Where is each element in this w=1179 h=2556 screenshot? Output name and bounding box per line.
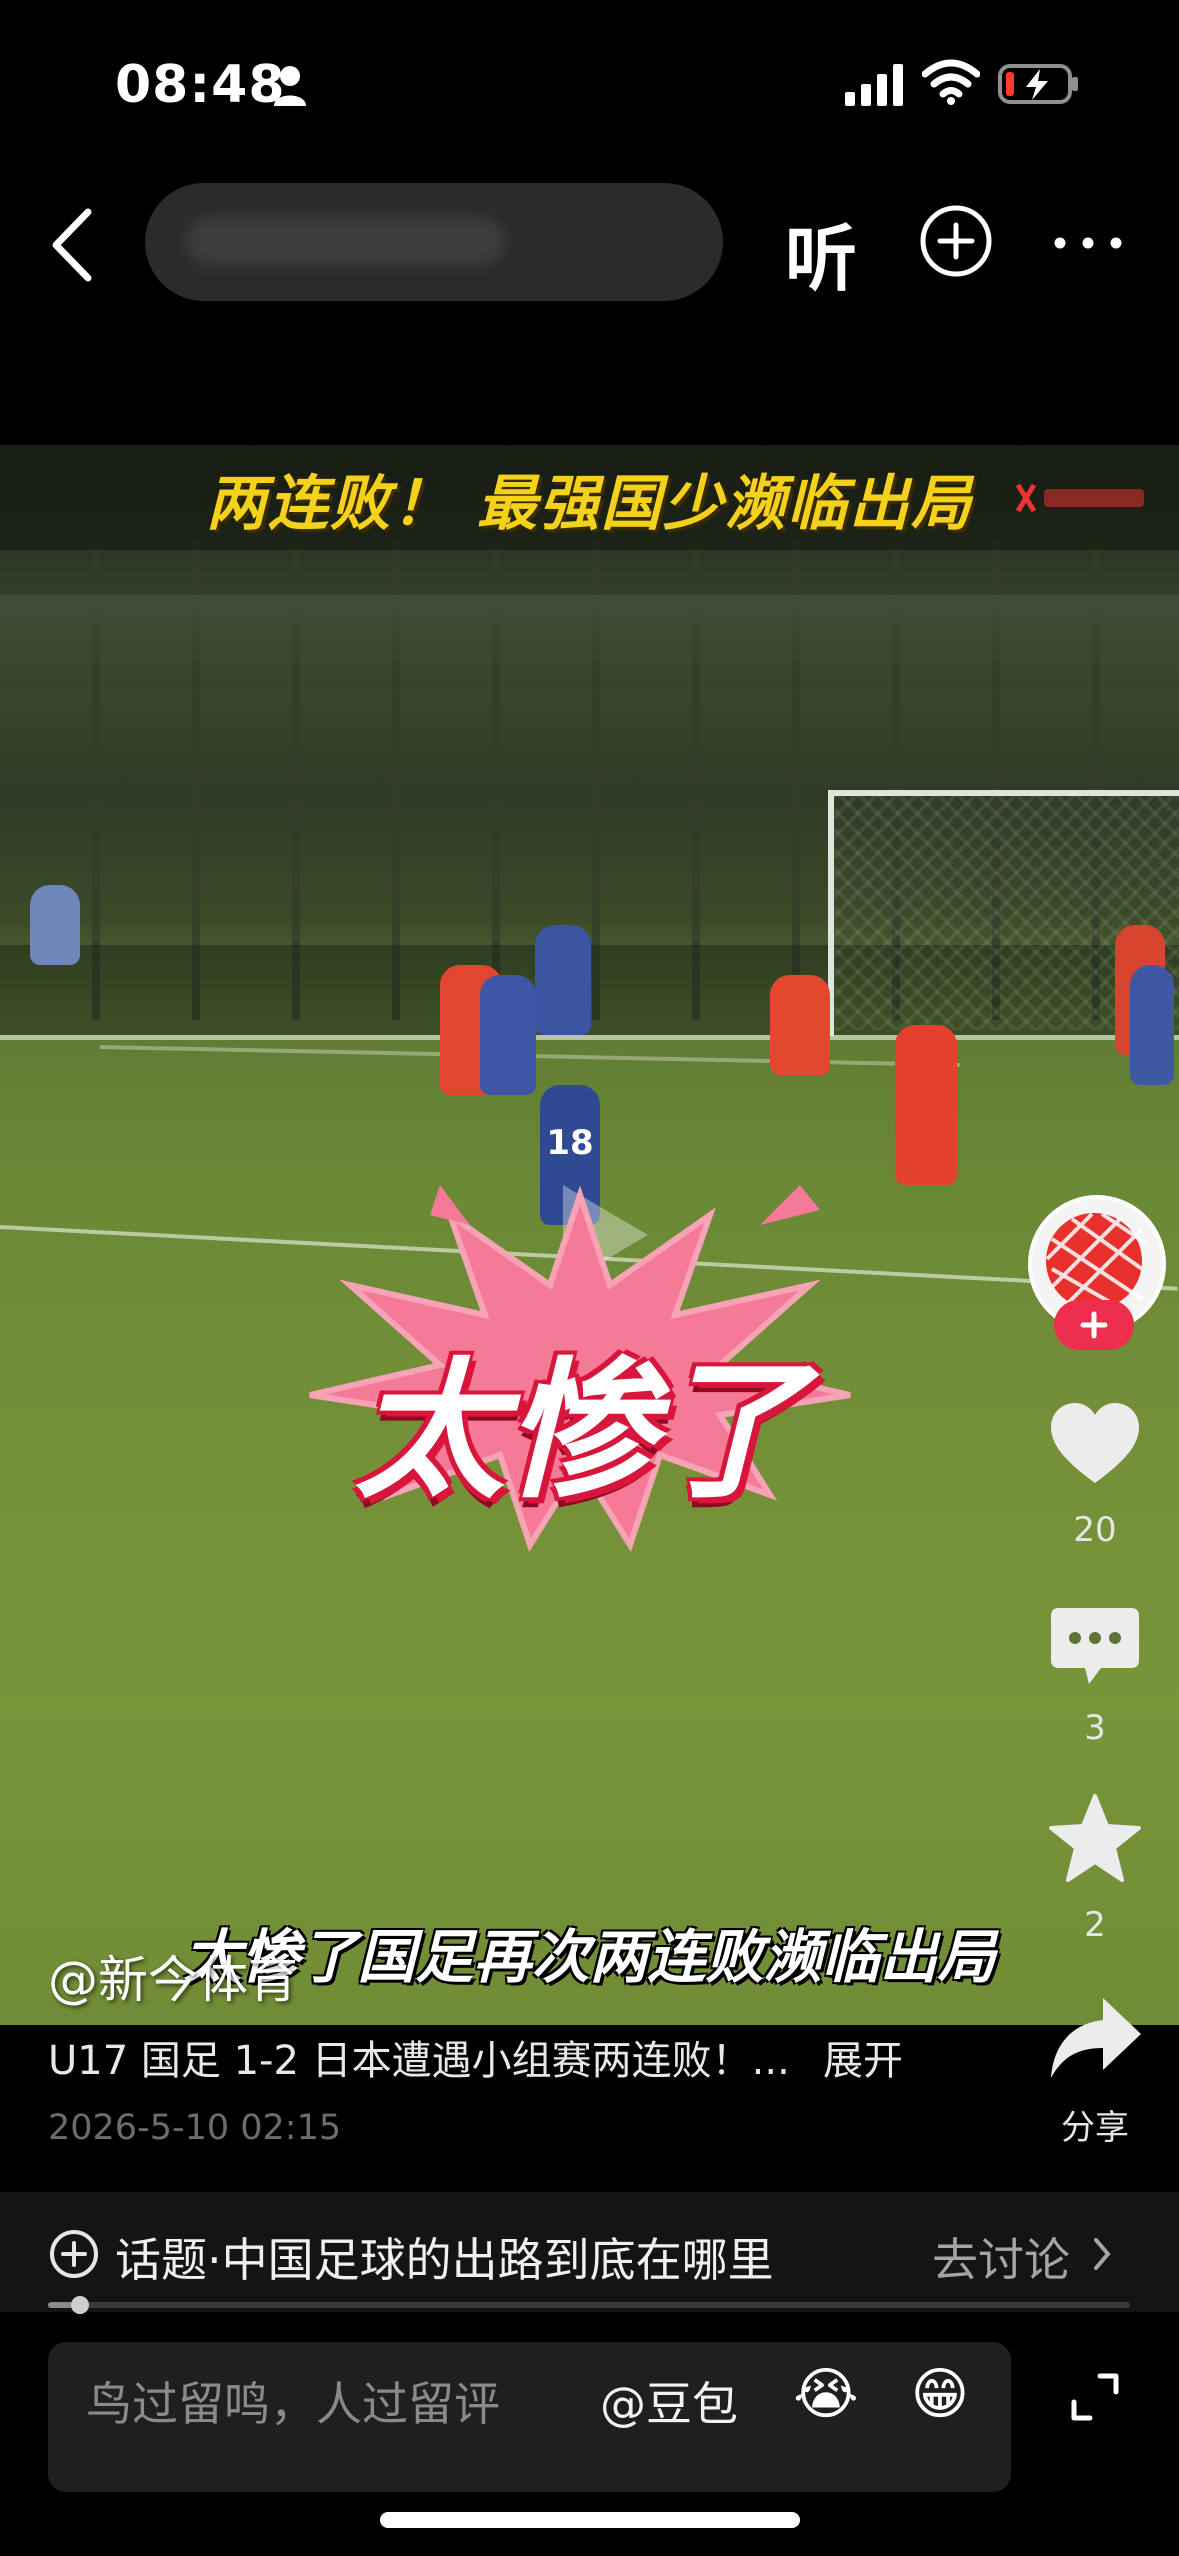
follow-button[interactable] [1054, 1300, 1134, 1350]
home-indicator [380, 2512, 800, 2528]
share-arrow-icon[interactable] [1045, 1990, 1145, 2090]
player-red [770, 975, 830, 1075]
emoji-crying-button[interactable]: 😭 [793, 2362, 859, 2428]
player-blue [480, 975, 536, 1095]
video-player[interactable]: 18 两连败！ 最强国少濒临出局 太惨了 太惨了国足再次两连败濒临出局 [0, 445, 1179, 2025]
share-label: 分享 [1061, 2108, 1129, 2148]
fullscreen-expand-icon[interactable] [1068, 2370, 1122, 2424]
search-bar[interactable] [145, 183, 723, 301]
signal-icon [845, 64, 903, 106]
discuss-button[interactable]: 去讨论 [932, 2224, 1070, 2290]
more-options-icon[interactable] [1050, 228, 1126, 258]
post-date: 2026-5-10 02:15 [48, 2108, 342, 2148]
player-red [895, 1025, 957, 1185]
emoji-grinning-button[interactable]: 😁 [907, 2362, 973, 2428]
like-heart-icon[interactable] [1045, 1395, 1145, 1495]
status-time: 08:48 [115, 55, 286, 115]
topic-text[interactable]: 话题·中国足球的出路到底在哪里 [115, 2224, 774, 2290]
post-caption: U17 国足 1-2 日本遭遇小组赛两连败！... [48, 2038, 790, 2084]
favorite-star-icon[interactable] [1045, 1790, 1145, 1890]
person-icon [274, 66, 306, 106]
overlay-text: 太惨了 [354, 1345, 805, 1519]
add-circle-icon[interactable] [918, 203, 994, 279]
topic-add-icon [50, 2230, 98, 2278]
battery-charging-icon [998, 64, 1078, 104]
like-count: 20 [1073, 1510, 1117, 1550]
comment-count: 3 [1084, 1708, 1106, 1748]
expand-button[interactable]: 展开 [823, 2028, 903, 2086]
author-name[interactable]: @新今体育 [48, 1940, 298, 2012]
staff-member [30, 885, 80, 965]
search-blurred-text [185, 217, 505, 265]
comment-placeholder: 鸟过留鸣，人过留评 [86, 2377, 500, 2431]
player-blue [1130, 965, 1174, 1085]
mention-doubao-button[interactable]: @豆包 [600, 2368, 738, 2434]
comment-bubble-icon[interactable] [1045, 1598, 1145, 1698]
stands [0, 595, 1179, 685]
back-button[interactable] [40, 200, 110, 290]
chevron-right-icon [1094, 2238, 1111, 2270]
favorite-count: 2 [1084, 1905, 1106, 1945]
channel-logo-icon [1015, 483, 1144, 513]
listen-button[interactable]: 听 [785, 200, 857, 305]
player-blue [535, 925, 591, 1035]
playback-progress-track[interactable] [48, 2302, 1130, 2308]
wifi-icon [922, 59, 980, 105]
banner-title: 两连败！ 最强国少濒临出局 [206, 469, 973, 539]
